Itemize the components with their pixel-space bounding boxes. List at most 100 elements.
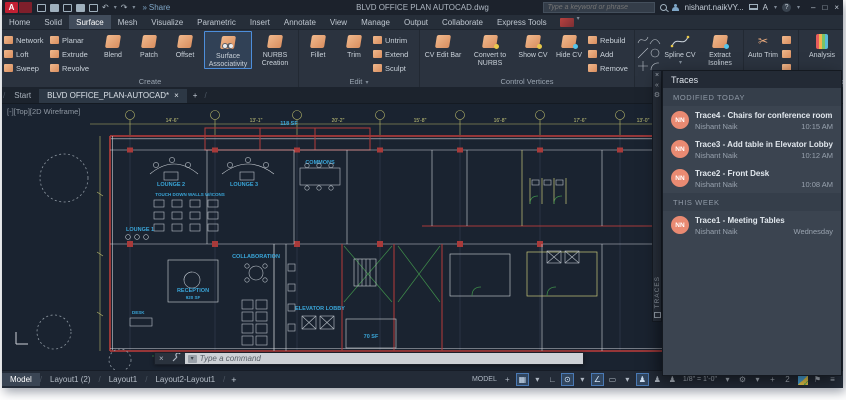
tab-model[interactable]: Model (2, 373, 40, 386)
app-menu-icon[interactable] (19, 2, 32, 13)
grid-dropdown-icon[interactable]: ▾ (531, 373, 544, 386)
undo-dropdown-icon[interactable]: ▾ (114, 4, 117, 11)
command-line[interactable]: × ▾ Type a command (154, 352, 584, 365)
tab-manage[interactable]: Manage (354, 15, 397, 29)
recent-commands-icon[interactable]: ▾ (188, 355, 197, 363)
palette-properties-icon[interactable]: ⚙ (654, 91, 660, 101)
polar-tracking-icon[interactable]: ⊙ (561, 373, 574, 386)
untrim-button[interactable]: Untrim (373, 33, 417, 47)
redo-icon[interactable]: ↷ (121, 4, 128, 12)
customize-command-icon[interactable] (168, 353, 185, 364)
tab-visualize[interactable]: Visualize (144, 15, 190, 29)
panel-label-control-vertices[interactable]: Control Vertices (422, 76, 632, 87)
tab-drawing[interactable]: BLVD OFFICE_PLAN-AUTOCAD*× (39, 89, 187, 103)
annotation-visibility-icon[interactable]: ♟ (636, 373, 649, 386)
close-palette-icon[interactable]: × (655, 71, 659, 81)
trace-item[interactable]: NN Trace1 - Meeting Tables Nishant NaikW… (663, 211, 841, 240)
panel-label-create[interactable]: Create (4, 76, 296, 87)
project-geometry-icon[interactable] (782, 33, 796, 47)
remove-button[interactable]: Remove (588, 61, 632, 75)
ribbon-image-icon[interactable] (560, 18, 574, 27)
palette-grip-icon[interactable] (654, 312, 661, 318)
curve-tool-icon[interactable] (637, 60, 649, 73)
redo-dropdown-icon[interactable]: ▾ (132, 4, 135, 11)
nurbs-creation-button[interactable]: NURBS Creation (254, 31, 296, 67)
tab-surface[interactable]: Surface (69, 15, 111, 29)
rebuild-button[interactable]: Rebuild (588, 33, 632, 47)
blend-button[interactable]: Blend (96, 31, 130, 60)
blend-curve-icon[interactable] (637, 34, 649, 47)
trace-item[interactable]: NN Trace4 - Chairs for conference room N… (663, 106, 841, 135)
trim-button[interactable]: Trim (337, 31, 371, 60)
surface-associativity-button[interactable]: Surface Associativity (204, 31, 252, 69)
curve-tool-icon[interactable] (637, 47, 649, 60)
sweep-button[interactable]: Sweep (4, 61, 48, 75)
tab-annotate[interactable]: Annotate (277, 15, 323, 29)
convert-to-nurbs-button[interactable]: Convert to NURBS (466, 31, 514, 67)
network-button[interactable]: Network (4, 33, 48, 47)
trace-item[interactable]: NN Trace3 - Add table in Elevator Lobby … (663, 135, 841, 164)
help-icon[interactable]: ? (782, 3, 791, 12)
close-button[interactable]: × (834, 3, 839, 12)
viewport-controls[interactable]: [-][Top][2D Wireframe] (7, 107, 80, 116)
new-drawing-button[interactable]: + (187, 89, 204, 103)
auto-trim-button[interactable]: ✂Auto Trim (746, 31, 780, 60)
tab-layout2-layout1[interactable]: Layout2-Layout1 (147, 373, 223, 386)
close-tab-icon[interactable]: × (174, 91, 179, 100)
panel-label-edit[interactable]: Edit ▾ (301, 76, 417, 87)
maximize-button[interactable]: □ (822, 3, 827, 12)
tab-home[interactable]: Home (2, 15, 37, 29)
offset-button[interactable]: Offset (168, 31, 202, 60)
tab-solid[interactable]: Solid (37, 15, 69, 29)
analysis-button[interactable]: Analysis (801, 31, 843, 60)
sculpt-button[interactable]: Sculpt (373, 61, 417, 75)
project-view-icon[interactable] (782, 47, 796, 61)
curve-tool-icon[interactable] (649, 34, 661, 47)
tab-layout1-2[interactable]: Layout1 (2) (42, 373, 98, 386)
open-file-icon[interactable] (50, 4, 59, 12)
loft-button[interactable]: Loft (4, 47, 48, 61)
planar-button[interactable]: Planar (50, 33, 94, 47)
revolve-button[interactable]: Revolve (50, 61, 94, 75)
save-as-icon[interactable] (76, 4, 85, 12)
extract-isolines-button[interactable]: Extract Isolines (699, 31, 741, 67)
isometric-drafting-icon[interactable]: ∠ (591, 373, 604, 386)
add-button[interactable]: Add (588, 47, 632, 61)
tab-express-tools[interactable]: Express Tools (490, 15, 554, 29)
search-input[interactable] (543, 2, 655, 13)
model-space-label[interactable]: MODEL (470, 373, 499, 386)
snap-dropdown-icon[interactable]: ▾ (621, 373, 634, 386)
tab-mesh[interactable]: Mesh (111, 15, 145, 29)
new-layout-button[interactable]: + (225, 375, 242, 385)
autocad-logo-icon[interactable]: A (5, 2, 18, 13)
crosshair-icon[interactable]: + (501, 373, 514, 386)
help-dropdown-icon[interactable]: ▾ (797, 4, 800, 11)
search-icon[interactable] (660, 4, 667, 11)
spline-cv-button[interactable]: Spline CV▾ (663, 31, 697, 67)
ribbon-display-dropdown-icon[interactable]: ▾ (577, 15, 580, 29)
tab-parametric[interactable]: Parametric (190, 15, 243, 29)
autodesk-menu[interactable]: A (763, 3, 768, 12)
command-input[interactable]: ▾ Type a command (185, 353, 583, 364)
new-file-icon[interactable] (37, 4, 46, 12)
minimize-button[interactable]: – (811, 3, 815, 12)
tab-view[interactable]: View (323, 15, 354, 29)
tab-layout1[interactable]: Layout1 (101, 373, 145, 386)
cart-icon[interactable] (749, 4, 758, 10)
hide-cv-button[interactable]: Hide CV (552, 31, 586, 60)
share-button[interactable]: »Share (142, 3, 170, 12)
cv-edit-bar-button[interactable]: CV Edit Bar (422, 31, 464, 60)
grid-toggle-icon[interactable]: ▦ (516, 373, 529, 386)
snap-icon[interactable]: ▭ (606, 373, 619, 386)
user-name[interactable]: nishant.naikVY... (685, 3, 744, 12)
show-cv-button[interactable]: Show CV (516, 31, 550, 60)
tab-insert[interactable]: Insert (243, 15, 277, 29)
trace-item[interactable]: NN Trace2 - Front Desk Nishant Naik10:08… (663, 164, 841, 193)
ortho-toggle-icon[interactable]: ∟ (546, 373, 559, 386)
autodesk-dropdown-icon[interactable]: ▾ (774, 4, 777, 11)
undo-icon[interactable]: ↶ (102, 4, 109, 12)
fillet-button[interactable]: Fillet (301, 31, 335, 60)
polar-dropdown-icon[interactable]: ▾ (576, 373, 589, 386)
plot-icon[interactable] (89, 4, 98, 12)
close-command-icon[interactable]: × (155, 354, 168, 363)
